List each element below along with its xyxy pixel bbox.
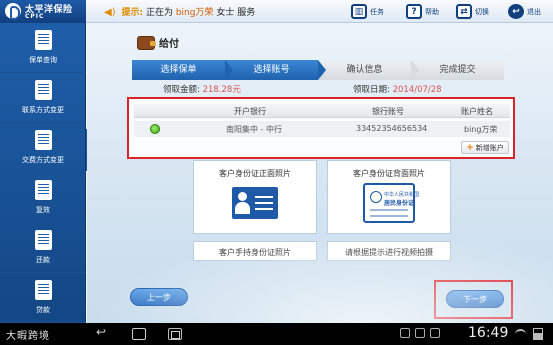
- id-card-back-icon: 中华人民共和国 居民身份证: [363, 183, 419, 223]
- column-header: 账户姓名: [461, 107, 493, 116]
- exit-icon: ↩: [508, 4, 524, 19]
- payment-icon: [35, 130, 52, 150]
- account-number-cell: 33452354656534: [356, 124, 428, 133]
- sidebar-item-loan[interactable]: 贷款: [0, 273, 86, 323]
- tip-customer-name: bing万荣: [175, 8, 214, 18]
- video-capture-caption: 请根据提示进行视频拍摄: [345, 248, 433, 257]
- step-confirm-info: 确认信息: [318, 60, 419, 80]
- sidebar-item-repay[interactable]: 还款: [0, 223, 86, 273]
- column-header: 开户银行: [234, 107, 266, 116]
- tip-prefix: 正在为: [145, 8, 173, 18]
- hold-id-photo-card[interactable]: 客户手持身份证照片: [193, 241, 317, 261]
- tip-suffix: 女士 服务: [216, 8, 256, 18]
- step-select-account: 选择账号: [225, 60, 326, 80]
- next-step-button[interactable]: 下一步: [446, 290, 504, 308]
- id-front-caption: 客户身份证正面照片: [219, 169, 291, 178]
- help-icon: ?: [406, 4, 422, 19]
- selected-radio[interactable]: [150, 124, 160, 134]
- back-nav-icon[interactable]: ↩: [96, 325, 110, 339]
- id-back-caption: 客户身份证背面照片: [353, 169, 425, 178]
- top-bar: 太平洋保险 CPIC ◀) 提示: 正在为 bing万荣 女士 服务 ▥ 任务 …: [0, 0, 553, 23]
- wallet-icon: [137, 35, 156, 50]
- contact-icon: [35, 80, 52, 100]
- bank-account-panel: 开户银行 银行账号 账户姓名 南阳集中 - 中行 33452354656534 …: [127, 97, 515, 159]
- reinstate-icon: [35, 180, 52, 200]
- help-label: 帮助: [425, 7, 439, 16]
- hold-id-caption: 客户手持身份证照片: [219, 248, 291, 257]
- tip-label: 提示:: [121, 8, 144, 18]
- prev-step-button[interactable]: 上一步: [130, 288, 188, 306]
- column-header: 银行账号: [372, 107, 404, 116]
- date-label: 领取日期:: [353, 85, 390, 95]
- notification-icon: [430, 328, 440, 338]
- switch-icon: ⇄: [456, 4, 472, 19]
- notification-icon: [415, 328, 425, 338]
- id-back-photo-card[interactable]: 客户身份证背面照片 中华人民共和国 居民身份证: [327, 160, 451, 234]
- cpic-logo-icon: [5, 3, 21, 20]
- main-content: 给付 选择保单 选择账号 确认信息 完成提交 领取金额: 218.28元 领取日…: [87, 23, 553, 323]
- exit-label: 退出: [527, 7, 541, 16]
- loan-icon: [35, 280, 52, 300]
- task-label: 任务: [370, 7, 384, 16]
- help-button[interactable]: ? 帮助: [406, 2, 439, 21]
- amount-label: 领取金额:: [163, 85, 200, 95]
- sidebar-item-label: 交费方式变更: [22, 156, 64, 164]
- task-button[interactable]: ▥ 任务: [351, 2, 384, 21]
- table-row[interactable]: 南阳集中 - 中行 33452354656534 bing万荣: [134, 121, 510, 137]
- system-status-bar: 大暇跨境 ↩ 16:49: [0, 323, 553, 345]
- sidebar-item-label: 联系方式变更: [22, 106, 64, 114]
- service-tip: ◀) 提示: 正在为 bing万荣 女士 服务: [104, 5, 255, 18]
- exit-button[interactable]: ↩ 退出: [508, 2, 541, 21]
- page-title-text: 给付: [159, 39, 179, 50]
- add-account-label: 新增账户: [475, 143, 504, 152]
- sidebar-item-policy-query[interactable]: 保单查询: [0, 23, 86, 73]
- id-front-photo-card[interactable]: 客户身份证正面照片: [193, 160, 317, 234]
- notification-icons: [400, 328, 440, 338]
- page-title: 给付: [137, 35, 179, 50]
- watermark-brand: 大暇跨境: [6, 331, 50, 342]
- plus-icon: +: [466, 142, 474, 153]
- amount-value: 218.28元: [202, 85, 241, 95]
- sidebar-item-label: 还款: [36, 256, 50, 264]
- switch-label: 切换: [475, 7, 489, 16]
- sidebar-item-contact-change[interactable]: 联系方式变更: [0, 73, 86, 123]
- next-step-highlight: [434, 280, 513, 319]
- home-nav-icon[interactable]: [132, 328, 146, 340]
- id-card-back-line2: 居民身份证: [384, 200, 415, 207]
- id-card-front-icon: [232, 187, 278, 219]
- recent-apps-icon[interactable]: [168, 328, 182, 340]
- wifi-icon: [515, 329, 526, 339]
- document-search-icon: [35, 30, 52, 50]
- switch-button[interactable]: ⇄ 切换: [456, 2, 489, 21]
- national-emblem-icon: [370, 191, 382, 203]
- sidebar-item-label: 贷款: [36, 306, 50, 314]
- sidebar: 保单查询 联系方式变更 交费方式变更 复效 还款 贷款: [0, 23, 86, 323]
- sidebar-item-reinstate[interactable]: 复效: [0, 173, 86, 223]
- battery-icon: [533, 328, 543, 340]
- sidebar-item-label: 复效: [36, 206, 50, 214]
- account-name-cell: bing万荣: [464, 125, 498, 134]
- app-logo: 太平洋保险 CPIC: [0, 0, 86, 23]
- notification-icon: [400, 328, 410, 338]
- video-capture-card[interactable]: 请根据提示进行视频拍摄: [327, 241, 451, 261]
- step-progress: 选择保单 选择账号 确认信息 完成提交: [132, 60, 504, 80]
- bank-table-header: 开户银行 银行账号 账户姓名: [134, 104, 510, 118]
- bank-name-cell: 南阳集中 - 中行: [226, 125, 282, 134]
- step-complete-submit: 完成提交: [411, 60, 504, 80]
- logo-english-name: CPIC: [25, 13, 45, 20]
- clock: 16:49: [468, 325, 509, 341]
- repay-icon: [35, 230, 52, 250]
- step-select-policy: 选择保单: [132, 60, 233, 80]
- add-account-button[interactable]: + 新增账户: [461, 141, 509, 154]
- sidebar-item-label: 保单查询: [29, 56, 57, 64]
- id-card-back-line1: 中华人民共和国: [384, 192, 420, 198]
- book-icon: ▥: [351, 4, 367, 19]
- sidebar-item-payment-change[interactable]: 交费方式变更: [0, 123, 86, 173]
- date-value: 2014/07/28: [392, 85, 442, 95]
- speaker-icon: ◀): [104, 7, 116, 18]
